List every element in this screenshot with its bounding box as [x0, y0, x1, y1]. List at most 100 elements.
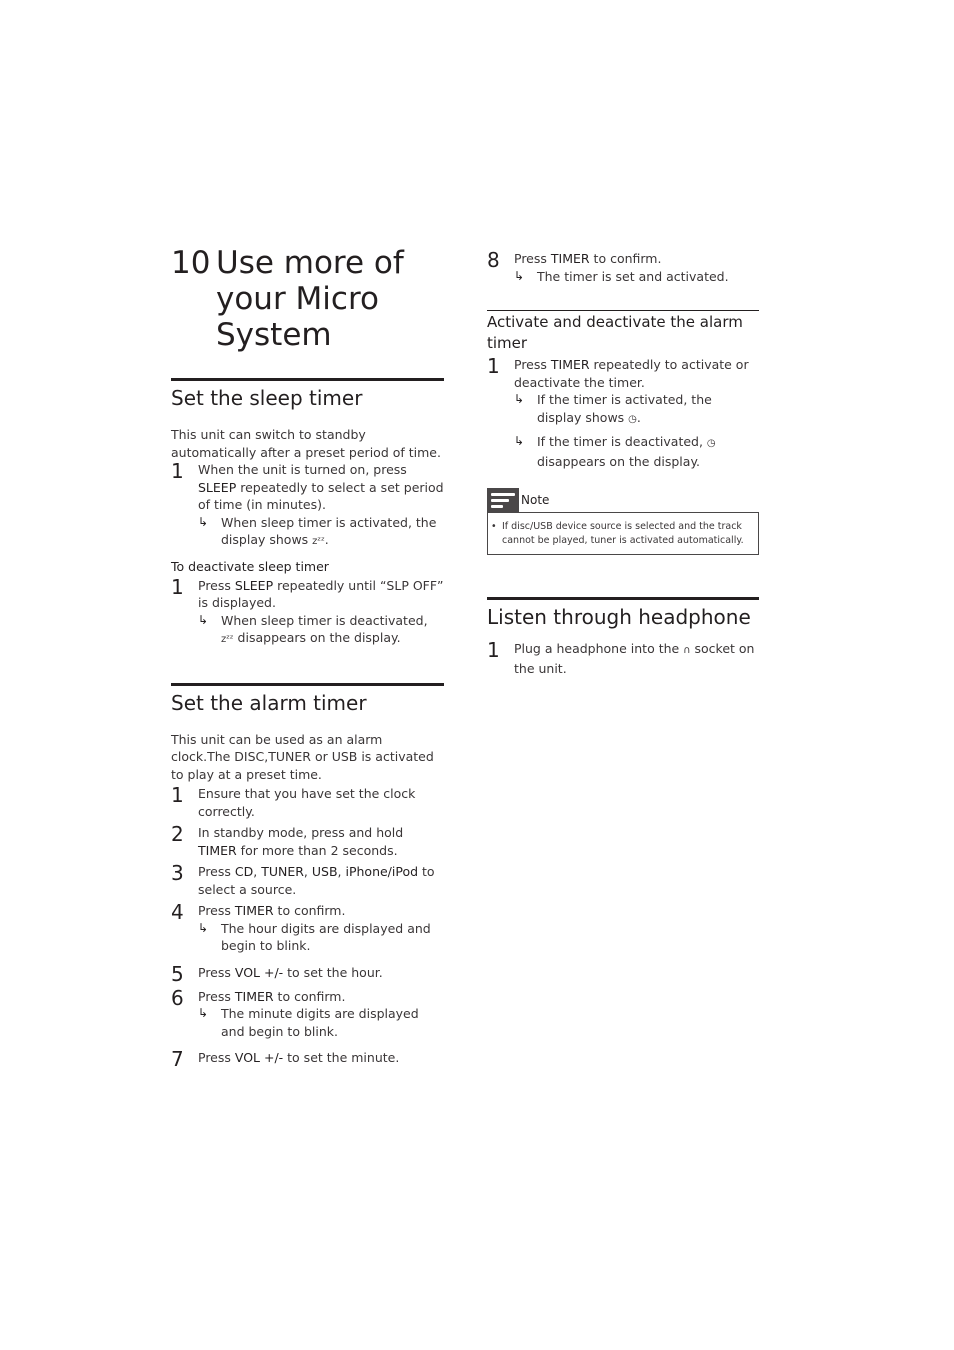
- key-label: TIMER: [550, 357, 590, 372]
- sleep-zzz-icon: zᶻᶻ: [221, 634, 234, 645]
- key-label: VOL +/-: [234, 1050, 284, 1065]
- result-arrow-icon: ↳: [514, 434, 525, 448]
- alarm-step: 5 Press VOL +/- to set the hour.: [171, 964, 444, 984]
- activate-heading: Activate and deactivate the alarm timer: [487, 313, 743, 352]
- section-divider: [487, 597, 759, 600]
- step-text: to set the hour.: [283, 964, 383, 980]
- deactivate-sleep-heading: To deactivate sleep timer: [171, 558, 329, 574]
- result-text: When sleep timer is deactivated,: [221, 612, 428, 628]
- headphone-heading: Listen through headphone: [487, 605, 751, 629]
- subsection-divider: [487, 310, 759, 311]
- step-result: ↳ The timer is set and activated.: [514, 268, 759, 286]
- result-text: disappears on the display.: [233, 630, 401, 645]
- result-arrow-icon: ↳: [198, 612, 209, 627]
- bullet-icon: •: [491, 521, 497, 532]
- key-label: TIMER: [234, 903, 274, 918]
- step-text: Press: [198, 577, 235, 593]
- result-text: The minute digits are displayed and begi…: [221, 1006, 419, 1039]
- step-text: to confirm.: [589, 251, 662, 266]
- step-result: ↳ If the timer is activated, the display …: [514, 391, 759, 428]
- key-label: TUNER: [261, 864, 304, 879]
- result-text: The hour digits are displayed and begin …: [221, 920, 431, 954]
- step-number: 7: [171, 1047, 184, 1071]
- sleep-zzz-icon: zᶻᶻ: [312, 536, 325, 547]
- step-result: ↳ The minute digits are displayed and beg…: [198, 1005, 444, 1040]
- result-arrow-icon: ↳: [198, 514, 209, 529]
- result-text: If the timer is activated, the display s…: [537, 392, 712, 425]
- note-icon: [487, 488, 519, 512]
- step-text: Press: [514, 357, 551, 372]
- key-label: TIMER: [234, 988, 274, 1004]
- step-text: to confirm.: [273, 988, 346, 1004]
- key-label: CD: [234, 864, 254, 879]
- key-label: SLEEP: [198, 479, 237, 495]
- step-text: for more than 2 seconds.: [236, 842, 398, 858]
- step-number: 1: [487, 638, 500, 662]
- alarm-step: 2 In standby mode, press and hold TIMER …: [171, 824, 444, 859]
- alarm-step: 3 Press CD, TUNER, USB, iPhone/iPod to s…: [171, 861, 435, 897]
- section-divider: [171, 682, 444, 686]
- chapter-title: 10 Use more of your Micro System: [171, 245, 444, 353]
- headphone-icon: ∩: [683, 645, 691, 656]
- key-label: VOL +/-: [234, 964, 284, 980]
- note-block: Note • If disc/USB device source is sele…: [487, 488, 759, 555]
- note-box: • If disc/USB device source is selected …: [487, 512, 759, 555]
- step-result: ↳ When sleep timer is deactivated, zᶻᶻ d…: [198, 612, 444, 649]
- step-number: 1: [487, 354, 500, 378]
- step-result: ↳ When sleep timer is activated, the dis…: [198, 514, 444, 551]
- step-text: to confirm.: [273, 903, 346, 918]
- alarm-step: 7 Press VOL +/- to set the minute.: [171, 1049, 444, 1069]
- step-text: Press: [198, 964, 235, 980]
- result-text: disappears on the display.: [537, 453, 701, 469]
- step-number: 4: [171, 900, 184, 924]
- note-label: Note: [521, 493, 550, 507]
- alarm-clock-icon: ◷: [628, 413, 637, 425]
- step-number: 1: [171, 783, 184, 807]
- alarm-heading: Set the alarm timer: [171, 690, 367, 715]
- chapter-title-line: System: [216, 317, 332, 353]
- step-text: In standby mode, press and hold: [198, 825, 404, 840]
- chapter-title-line: Use more of: [216, 245, 404, 281]
- chapter-title-line: your Micro: [216, 281, 379, 317]
- step-result: ↳ If the timer is deactivated, ◷ disappea…: [514, 433, 759, 470]
- alarm-intro: This unit can be used as an alarm clock.…: [171, 731, 434, 782]
- result-text: If the timer is deactivated,: [537, 434, 707, 449]
- step-text: Press: [514, 251, 551, 266]
- key-label: TIMER: [550, 251, 590, 266]
- step-text: Ensure that you have set the clock corre…: [198, 786, 416, 819]
- step-result: ↳ The hour digits are displayed and begin…: [198, 920, 444, 955]
- alarm-clock-icon: ◷: [706, 438, 716, 449]
- step-number: 1: [171, 574, 184, 599]
- headphone-step: 1 Plug a headphone into the ∩ socket on …: [487, 640, 759, 677]
- step-number: 6: [171, 985, 184, 1010]
- deactivate-sleep-step: 1 Press SLEEP repeatedly until “SLP OFF”…: [171, 577, 444, 649]
- step-number: 1: [171, 459, 184, 483]
- result-arrow-icon: ↳: [514, 268, 525, 283]
- step-text: to set the minute.: [283, 1050, 400, 1065]
- step-text: Press: [198, 988, 235, 1004]
- step-text: Press: [198, 1050, 235, 1065]
- sleep-heading: Set the sleep timer: [171, 386, 363, 410]
- step-number: 8: [487, 248, 500, 272]
- alarm-step: 8 Press TIMER to confirm. ↳ The timer is …: [487, 250, 759, 285]
- alarm-step: 6 Press TIMER to confirm. ↳ The minute di…: [171, 988, 444, 1041]
- step-text: Press: [198, 903, 235, 918]
- result-text: .: [636, 409, 641, 425]
- note-text: If disc/USB device source is selected an…: [502, 521, 744, 546]
- right-column: 8 Press TIMER to confirm. ↳ The timer is …: [487, 250, 759, 677]
- activate-step: 1 Press TIMER repeatedly to activate or …: [487, 356, 759, 470]
- alarm-step: 4 Press TIMER to confirm. ↳ The hour digi…: [171, 902, 444, 955]
- left-column: 10 Use more of your Micro System Set the…: [171, 245, 444, 1069]
- key-label: TIMER: [198, 842, 237, 858]
- key-label: SLEEP: [234, 577, 274, 593]
- step-text: Press: [198, 864, 235, 879]
- result-arrow-icon: ↳: [198, 1006, 209, 1020]
- step-number: 2: [171, 822, 184, 846]
- result-arrow-icon: ↳: [198, 920, 209, 935]
- step-number: 5: [171, 961, 184, 986]
- step-text: When the unit is turned on, press: [198, 462, 407, 477]
- chapter-number: 10: [171, 245, 211, 281]
- note-header: Note: [487, 488, 759, 512]
- step-number: 3: [171, 861, 184, 885]
- step-text: Plug a headphone into the: [514, 641, 684, 656]
